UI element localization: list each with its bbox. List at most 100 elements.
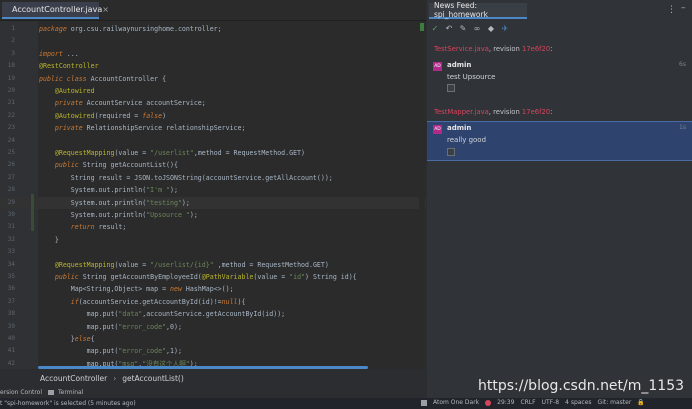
lock-icon[interactable]: 🔒 bbox=[637, 399, 644, 406]
terminal-icon bbox=[48, 390, 54, 395]
edit-icon[interactable]: ✎ bbox=[459, 25, 467, 33]
line-separator[interactable]: CRLF bbox=[520, 399, 535, 406]
scroll-thumb[interactable] bbox=[420, 23, 424, 31]
feed-entry[interactable]: AD admin test Upsource 6s bbox=[427, 59, 692, 95]
code-text: if(accountService.getAccountById(id)!=nu… bbox=[70, 297, 246, 306]
code-line[interactable]: 41 map.put("error_code",1); bbox=[0, 345, 426, 357]
file-link[interactable]: TestService.java bbox=[434, 45, 489, 53]
line-number: 41 bbox=[7, 347, 15, 355]
code-line[interactable]: 30 System.out.println("Upsource "); bbox=[0, 209, 426, 221]
line-number: 1 bbox=[11, 25, 15, 32]
line-number: 2 bbox=[11, 37, 15, 45]
line-number: 19 bbox=[7, 74, 15, 82]
theme-dot-icon bbox=[485, 399, 492, 406]
code-line[interactable]: 1 package org.csu.railwaynursinghome.cont… bbox=[0, 23, 426, 35]
pin-icon[interactable]: ✈ bbox=[501, 25, 509, 33]
code-text: Map<String,Object> map = new HashMap<>()… bbox=[39, 285, 234, 294]
layout-icon[interactable] bbox=[421, 399, 427, 406]
line-number: 32 bbox=[7, 235, 15, 243]
breadcrumb-class[interactable]: AccountController bbox=[40, 374, 107, 383]
tab-account-controller[interactable]: AccountController.java × bbox=[2, 2, 109, 19]
line-number: 39 bbox=[7, 322, 15, 330]
file-encoding[interactable]: UTF-8 bbox=[542, 399, 560, 406]
code-line[interactable]: 23 private RelationshipService relations… bbox=[0, 122, 426, 134]
file-link[interactable]: TestMapper.java bbox=[434, 108, 489, 116]
code-text: private AccountService accountService; bbox=[54, 99, 206, 108]
line-number: 22 bbox=[7, 111, 15, 119]
code-line[interactable]: 25 @RequestMapping(value = "/userlist",m… bbox=[0, 147, 426, 159]
code-editor[interactable]: 1 package org.csu.railwaynursinghome.cont… bbox=[0, 21, 426, 369]
terminal-tool[interactable]: Terminal bbox=[48, 389, 83, 396]
resolve-checkbox[interactable] bbox=[447, 148, 455, 156]
code-line[interactable]: 22 @Autowired(required = false) bbox=[0, 110, 426, 122]
line-number: 36 bbox=[7, 285, 15, 293]
code-line[interactable]: 27 String result = JSON.toJSONString(acc… bbox=[0, 172, 426, 184]
git-branch[interactable]: Git: master bbox=[598, 399, 632, 406]
code-line[interactable]: 3 import ... bbox=[0, 48, 426, 60]
indent-setting[interactable]: 4 spaces bbox=[565, 399, 591, 406]
code-line[interactable]: 33 bbox=[0, 246, 426, 258]
code-line[interactable]: 18 @RestController bbox=[0, 60, 426, 72]
code-text: map.put("data",accountService.getAccount… bbox=[39, 310, 286, 319]
code-text: @Autowired bbox=[54, 87, 95, 95]
resolve-checkbox[interactable] bbox=[447, 84, 455, 92]
code-line[interactable]: 29 System.out.println("testing"); bbox=[0, 196, 426, 209]
avatar: AD bbox=[433, 62, 442, 71]
breadcrumb-separator: › bbox=[113, 373, 117, 383]
version-control-tool[interactable]: ersion Control bbox=[0, 389, 42, 396]
theme-label[interactable]: Atom One Dark bbox=[433, 399, 479, 406]
code-line[interactable]: 20 @Autowired bbox=[0, 85, 426, 97]
code-line[interactable]: 31 return result; bbox=[0, 221, 426, 233]
feed-entry-selected[interactable]: AD admin really good 1s bbox=[427, 121, 692, 161]
code-line[interactable]: 40 }else{ bbox=[0, 333, 426, 345]
change-marker bbox=[31, 194, 34, 231]
code-line[interactable]: 2 bbox=[0, 35, 426, 47]
code-text: System.out.println("I'm "); bbox=[39, 186, 178, 195]
status-bar: t "spi-homework" is selected (5 minutes … bbox=[0, 398, 692, 409]
revision-link[interactable]: 17e6f20 bbox=[522, 45, 550, 53]
breadcrumb-method[interactable]: getAccountList() bbox=[122, 374, 184, 383]
code-text: System.out.println("testing"); bbox=[39, 198, 190, 207]
tag-icon[interactable]: ◆ bbox=[487, 25, 495, 33]
line-number: 18 bbox=[7, 62, 15, 70]
code-line[interactable]: 34 @RequestMapping(value = "/userlist/{i… bbox=[0, 259, 426, 271]
code-line[interactable]: 28 System.out.println("I'm "); bbox=[0, 184, 426, 196]
revision-header: TestMapper.java, revision 17e6f20: bbox=[434, 108, 553, 116]
avatar: AD bbox=[433, 125, 442, 134]
code-text: @RestController bbox=[39, 62, 99, 71]
reply-icon[interactable]: ↶ bbox=[445, 25, 453, 33]
line-number: 23 bbox=[7, 124, 15, 132]
code-line[interactable]: 26 public String getAccountList(){ bbox=[0, 159, 426, 171]
vertical-scrollbar[interactable] bbox=[419, 21, 425, 369]
code-text: return result; bbox=[70, 223, 127, 232]
line-number: 26 bbox=[7, 161, 15, 169]
editor-tab-bar: AccountController.java × bbox=[0, 0, 426, 21]
tab-label: AccountController.java bbox=[12, 5, 103, 14]
code-text: @RequestMapping(value = "/userlist/{id}"… bbox=[54, 260, 329, 269]
line-number: 25 bbox=[7, 149, 15, 156]
code-text: public String getAccountByEmployeeId(@Pa… bbox=[54, 273, 357, 281]
username: admin bbox=[447, 124, 472, 132]
code-line[interactable]: 39 map.put("error_code",0); bbox=[0, 321, 426, 333]
more-options-icon[interactable]: ⋮ bbox=[667, 5, 676, 15]
code-line[interactable]: 32 } bbox=[0, 234, 426, 246]
code-line[interactable]: 38 map.put("data",accountService.getAcco… bbox=[0, 308, 426, 320]
code-line[interactable]: 24 bbox=[0, 135, 426, 147]
code-text: public class AccountController { bbox=[39, 74, 167, 83]
code-line[interactable]: 37 if(accountService.getAccountById(id)!… bbox=[0, 296, 426, 308]
comment-text: really good bbox=[447, 136, 487, 144]
line-number: 24 bbox=[7, 136, 15, 144]
line-number: 21 bbox=[7, 99, 15, 107]
code-line[interactable]: 36 Map<String,Object> map = new HashMap<… bbox=[0, 283, 426, 295]
check-icon[interactable]: ✓ bbox=[431, 25, 439, 33]
tab-close-icon[interactable]: × bbox=[102, 5, 109, 14]
tab-news-feed[interactable]: News Feed: spi_homework bbox=[429, 1, 527, 19]
code-line[interactable]: 19 public class AccountController { bbox=[0, 73, 426, 85]
code-line[interactable]: 21 private AccountService accountService… bbox=[0, 97, 426, 109]
revision-link[interactable]: 17e6f20 bbox=[522, 108, 550, 116]
code-line[interactable]: 35 public String getAccountByEmployeeId(… bbox=[0, 271, 426, 283]
minimize-icon[interactable]: – bbox=[681, 3, 686, 13]
cursor-position[interactable]: 29:39 bbox=[497, 399, 514, 406]
link-icon[interactable]: ∞ bbox=[473, 25, 481, 33]
code-text: String result = JSON.toJSONString(accoun… bbox=[39, 173, 333, 182]
